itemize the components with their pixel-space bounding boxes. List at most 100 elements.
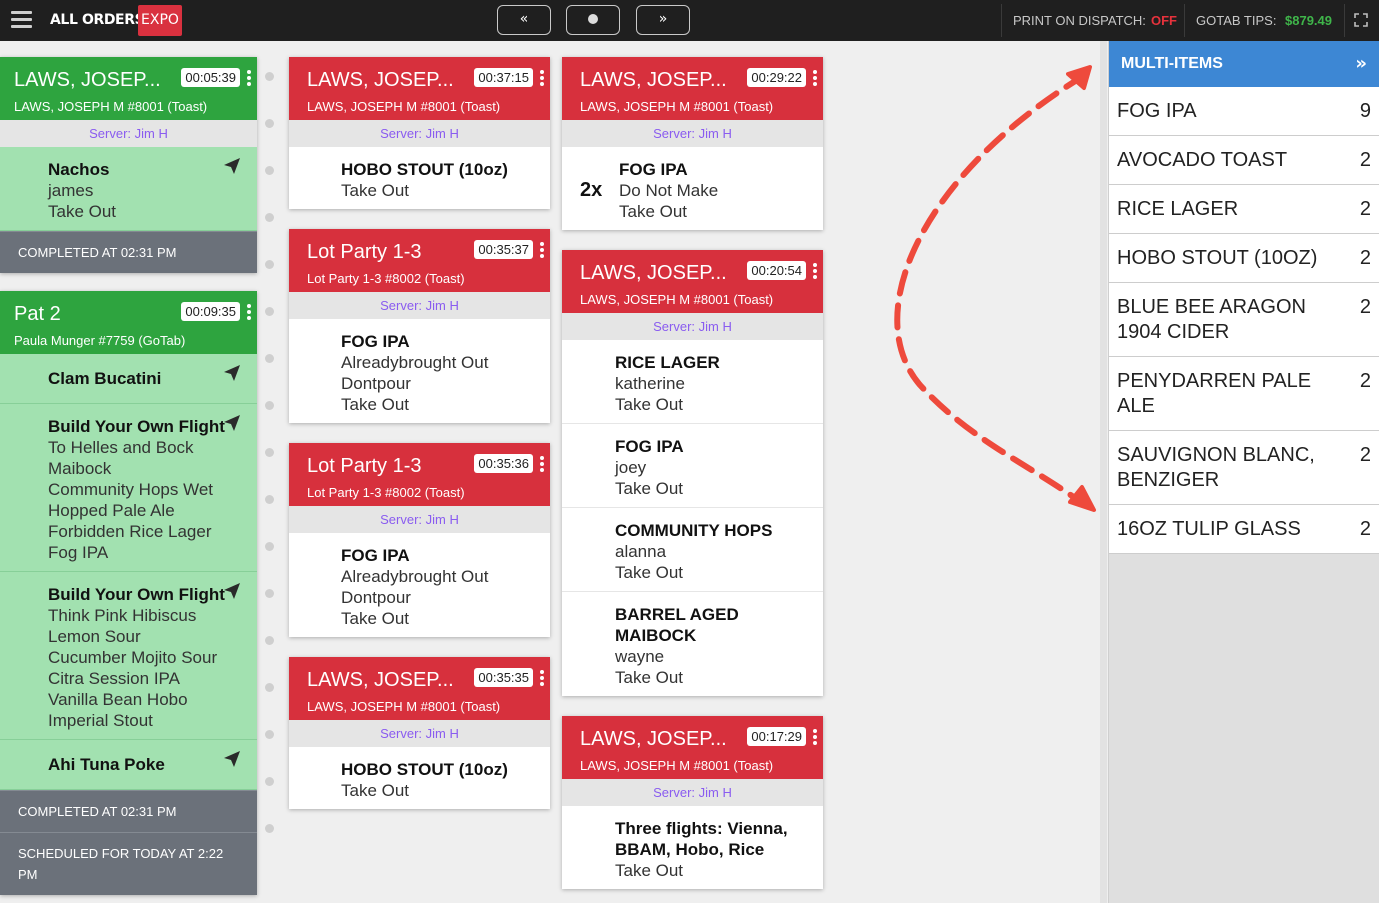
- order-column-completed: LAWS, JOSEP... LAWS, JOSEPH M #8001 (Toa…: [0, 57, 257, 903]
- server-label: Server: Jim H: [562, 779, 823, 806]
- order-card[interactable]: Lot Party 1-3 Lot Party 1-3 #8002 (Toast…: [289, 229, 550, 423]
- menu-icon[interactable]: [11, 11, 32, 29]
- order-item[interactable]: RICE LAGER katherine Take Out: [562, 340, 823, 424]
- more-options-icon[interactable]: [813, 70, 817, 88]
- order-timer: 00:35:36: [474, 454, 533, 473]
- order-header[interactable]: LAWS, JOSEP... LAWS, JOSEPH M #8001 (Toa…: [0, 57, 257, 120]
- curved-arrow-annotation: [894, 65, 1096, 512]
- order-header[interactable]: LAWS, JOSEP... LAWS, JOSEPH M #8001 (Toa…: [289, 657, 550, 720]
- multi-item-row[interactable]: AVOCADO TOAST 2: [1109, 136, 1379, 185]
- order-card[interactable]: LAWS, JOSEP... LAWS, JOSEPH M #8001 (Toa…: [562, 716, 823, 889]
- order-timer: 00:35:35: [474, 668, 533, 687]
- item-modifier: katherine: [615, 374, 685, 393]
- order-item[interactable]: HOBO STOUT (10oz) Take Out: [289, 747, 550, 809]
- more-options-icon[interactable]: [247, 304, 251, 322]
- item-modifier: Alreadybrought Out: [341, 353, 489, 372]
- send-icon[interactable]: [223, 414, 241, 432]
- item-title: RICE LAGER: [615, 353, 720, 372]
- current-page-button[interactable]: [566, 5, 620, 35]
- order-header[interactable]: LAWS, JOSEP... LAWS, JOSEPH M #8001 (Toa…: [289, 57, 550, 120]
- order-name: Lot Party 1-3: [307, 241, 422, 263]
- order-item[interactable]: Nachos james Take Out: [0, 147, 257, 231]
- multi-item-row[interactable]: BLUE BEE ARAGON 1904 CIDER 2: [1109, 283, 1379, 357]
- server-label: Server: Jim H: [289, 292, 550, 319]
- print-dispatch-toggle[interactable]: OFF: [1151, 13, 1177, 28]
- more-options-icon[interactable]: [540, 70, 544, 88]
- expo-badge[interactable]: EXPO: [138, 5, 182, 36]
- item-modifier: Imperial Stout: [48, 711, 153, 730]
- item-modifier: joey: [615, 458, 647, 477]
- multi-item-row[interactable]: FOG IPA 9: [1109, 87, 1379, 136]
- server-label: Server: Jim H: [562, 120, 823, 147]
- previous-page-button[interactable]: «: [497, 5, 551, 35]
- multi-item-row[interactable]: 16OZ TULIP GLASS 2: [1109, 505, 1379, 554]
- order-item[interactable]: FOG IPA Alreadybrought Out Dontpour Take…: [289, 319, 550, 423]
- order-subtitle: Lot Party 1-3 #8002 (Toast): [307, 485, 465, 500]
- divider: [1001, 4, 1002, 37]
- multi-item-name: AVOCADO TOAST: [1117, 149, 1288, 171]
- order-name: Pat 2: [14, 303, 61, 325]
- order-item[interactable]: BARREL AGED MAIBOCK wayne Take Out: [562, 592, 823, 696]
- order-item[interactable]: FOG IPA Alreadybrought Out Dontpour Take…: [289, 533, 550, 637]
- order-name: LAWS, JOSEP...: [307, 669, 454, 691]
- multi-item-row[interactable]: SAUVIGNON BLANC, BENZIGER 2: [1109, 431, 1379, 505]
- more-options-icon[interactable]: [540, 670, 544, 688]
- tips-value: $879.49: [1285, 13, 1332, 28]
- multi-item-name: RICE LAGER: [1117, 198, 1239, 220]
- order-timer: 00:20:54: [747, 261, 806, 280]
- order-card[interactable]: LAWS, JOSEP... LAWS, JOSEPH M #8001 (Toa…: [0, 57, 257, 273]
- multi-item-count: 2: [1359, 296, 1371, 318]
- panel-divider: [1100, 41, 1107, 903]
- server-label: Server: Jim H: [289, 120, 550, 147]
- more-options-icon[interactable]: [540, 242, 544, 260]
- item-modifier: Fog IPA: [48, 543, 109, 562]
- order-item[interactable]: FOG IPA joey Take Out: [562, 424, 823, 508]
- order-card[interactable]: Lot Party 1-3 Lot Party 1-3 #8002 (Toast…: [289, 443, 550, 637]
- item-title: Nachos: [48, 160, 110, 179]
- order-subtitle: LAWS, JOSEPH M #8001 (Toast): [307, 99, 501, 114]
- order-item[interactable]: Build Your Own Flight Think Pink Hibiscu…: [0, 572, 257, 740]
- send-icon[interactable]: [223, 582, 241, 600]
- order-card[interactable]: Pat 2 Paula Munger #7759 (GoTab) 00:09:3…: [0, 291, 257, 895]
- order-header[interactable]: LAWS, JOSEP... LAWS, JOSEPH M #8001 (Toa…: [562, 250, 823, 313]
- order-header[interactable]: LAWS, JOSEP... LAWS, JOSEPH M #8001 (Toa…: [562, 716, 823, 779]
- send-icon[interactable]: [223, 157, 241, 175]
- send-icon[interactable]: [223, 364, 241, 382]
- next-page-button[interactable]: »: [636, 5, 690, 35]
- order-item[interactable]: Three flights: Vienna, BBAM, Hobo, Rice …: [562, 806, 823, 889]
- item-modifier: Take Out: [341, 609, 410, 628]
- multi-item-row[interactable]: HOBO STOUT (10OZ) 2: [1109, 234, 1379, 283]
- send-icon[interactable]: [223, 750, 241, 768]
- multi-items-header: MULTI-ITEMS »: [1109, 41, 1379, 87]
- more-options-icon[interactable]: [540, 456, 544, 474]
- print-dispatch-label: PRINT ON DISPATCH:: [1013, 13, 1146, 28]
- order-card[interactable]: LAWS, JOSEP... LAWS, JOSEPH M #8001 (Toa…: [289, 57, 550, 209]
- more-options-icon[interactable]: [247, 70, 251, 88]
- order-card[interactable]: LAWS, JOSEP... LAWS, JOSEPH M #8001 (Toa…: [562, 250, 823, 696]
- order-item[interactable]: 2x FOG IPA Do Not Make Take Out: [562, 147, 823, 230]
- more-options-icon[interactable]: [813, 263, 817, 281]
- order-item[interactable]: HOBO STOUT (10oz) Take Out: [289, 147, 550, 209]
- order-item[interactable]: COMMUNITY HOPS alanna Take Out: [562, 508, 823, 592]
- order-item[interactable]: Clam Bucatini: [0, 354, 257, 404]
- multi-item-row[interactable]: PENYDARREN PALE ALE 2: [1109, 357, 1379, 431]
- order-item[interactable]: Build Your Own Flight To Helles and Bock…: [0, 404, 257, 572]
- order-item[interactable]: Ahi Tuna Poke: [0, 740, 257, 790]
- item-title: FOG IPA: [615, 437, 684, 456]
- multi-item-count: 2: [1359, 149, 1371, 171]
- multi-item-count: 2: [1359, 518, 1371, 540]
- item-modifier: Cucumber Mojito Sour: [48, 648, 218, 667]
- order-header[interactable]: Lot Party 1-3 Lot Party 1-3 #8002 (Toast…: [289, 229, 550, 292]
- order-card[interactable]: LAWS, JOSEP... LAWS, JOSEPH M #8001 (Toa…: [562, 57, 823, 230]
- order-card[interactable]: LAWS, JOSEP... LAWS, JOSEPH M #8001 (Toa…: [289, 657, 550, 809]
- order-header[interactable]: Lot Party 1-3 Lot Party 1-3 #8002 (Toast…: [289, 443, 550, 506]
- order-header[interactable]: Pat 2 Paula Munger #7759 (GoTab) 00:09:3…: [0, 291, 257, 354]
- multi-item-row[interactable]: RICE LAGER 2: [1109, 185, 1379, 234]
- collapse-panel-icon[interactable]: »: [1355, 53, 1367, 74]
- server-label: Server: Jim H: [0, 120, 257, 147]
- order-header[interactable]: LAWS, JOSEP... LAWS, JOSEPH M #8001 (Toa…: [562, 57, 823, 120]
- page-title: ALL ORDERS: [50, 12, 145, 28]
- fullscreen-icon[interactable]: [1354, 13, 1368, 27]
- order-name: LAWS, JOSEP...: [307, 69, 454, 91]
- more-options-icon[interactable]: [813, 729, 817, 747]
